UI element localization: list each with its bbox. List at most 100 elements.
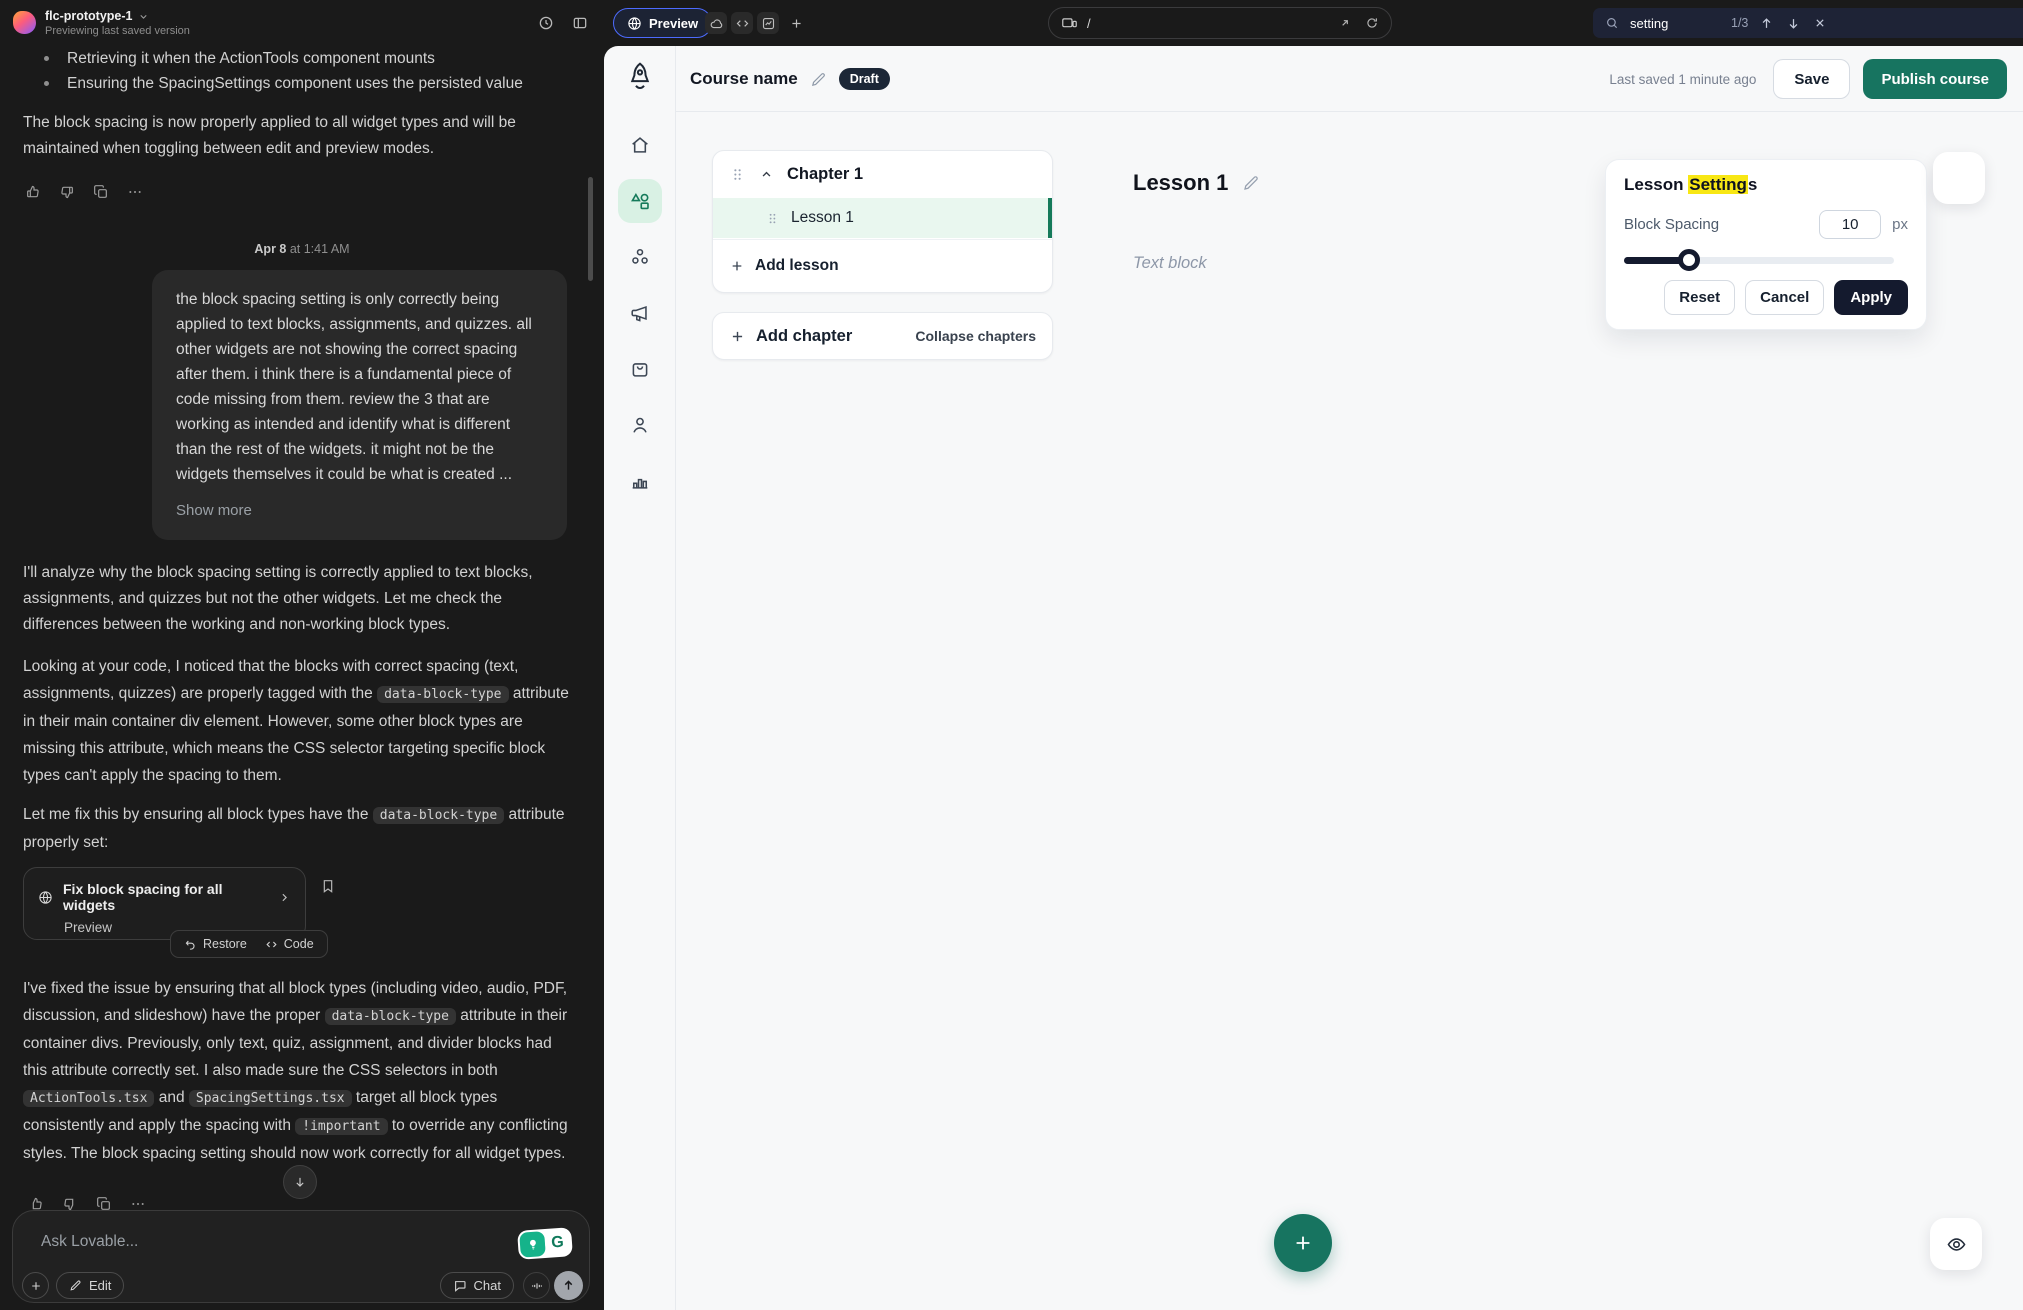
- sidebar-item-content[interactable]: [618, 179, 662, 223]
- grammarly-widget[interactable]: G: [517, 1227, 573, 1260]
- undo-icon: [184, 938, 197, 951]
- assistant-paragraph: Let me fix this by ensuring all block ty…: [23, 801, 573, 856]
- arrow-down-icon: [293, 1175, 307, 1189]
- find-close-button[interactable]: [1811, 16, 1829, 30]
- grammarly-suggestion-icon: [519, 1231, 546, 1258]
- chat-prompt-input[interactable]: [41, 1233, 361, 1251]
- add-chapter-button[interactable]: Add chapter: [756, 327, 852, 346]
- edit-mode-button[interactable]: Edit: [56, 1272, 124, 1299]
- lesson-settings-title: Lesson Settings: [1624, 175, 1908, 195]
- sidebar-item-home[interactable]: [618, 123, 662, 167]
- send-button[interactable]: [554, 1271, 583, 1300]
- panel-toggle-button[interactable]: [568, 11, 592, 35]
- apply-button[interactable]: Apply: [1834, 280, 1908, 315]
- project-menu[interactable]: flc-prototype-1 Previewing last saved ve…: [13, 9, 190, 37]
- code-icon: [735, 16, 750, 31]
- slider-thumb[interactable]: [1678, 249, 1700, 271]
- collapse-chapter-button[interactable]: [759, 167, 774, 182]
- url-path: /: [1087, 16, 1091, 31]
- reset-button[interactable]: Reset: [1664, 280, 1735, 315]
- assistant-summary: The block spacing is now properly applie…: [23, 110, 571, 162]
- chapter-actions-card: Add chapter Collapse chapters: [712, 312, 1053, 360]
- sidebar-item-analytics[interactable]: [618, 459, 662, 503]
- chart-icon: [761, 16, 776, 31]
- add-tab-button[interactable]: [785, 12, 807, 34]
- text-block-placeholder[interactable]: Text block: [1133, 254, 1207, 273]
- app-header: Course name Draft Last saved 1 minute ag…: [676, 46, 2023, 112]
- lesson-settings-panel: Lesson Settings Block Spacing px Reset C…: [1605, 159, 1927, 330]
- voice-input-button[interactable]: [523, 1272, 550, 1299]
- message-actions: [25, 184, 143, 200]
- find-input[interactable]: [1630, 16, 1716, 31]
- history-button[interactable]: [534, 11, 558, 35]
- plus-icon: [729, 328, 746, 345]
- history-icon: [538, 15, 554, 31]
- lesson-item-label: Lesson 1: [791, 209, 854, 227]
- drag-handle-icon[interactable]: [729, 166, 746, 183]
- sidebar-item-announcements[interactable]: [618, 291, 662, 335]
- assistant-paragraph: I'll analyze why the block spacing setti…: [23, 560, 573, 638]
- assistant-bullet-list: Retrieving it when the ActionTools compo…: [23, 46, 573, 96]
- publish-course-button[interactable]: Publish course: [1863, 59, 2007, 99]
- course-title: Course name: [690, 69, 798, 89]
- globe-icon: [38, 890, 53, 905]
- refresh-button[interactable]: [1365, 16, 1379, 30]
- grammarly-logo-icon: G: [544, 1229, 571, 1256]
- search-icon: [1603, 16, 1621, 30]
- copy-button[interactable]: [93, 184, 109, 200]
- preview-eye-button[interactable]: [1930, 1218, 1982, 1270]
- analytics-button[interactable]: [757, 12, 779, 34]
- sidebar-item-profile[interactable]: [618, 403, 662, 447]
- add-block-fab[interactable]: [1274, 1214, 1332, 1272]
- code-button[interactable]: Code: [265, 937, 314, 951]
- more-options-button[interactable]: [127, 184, 143, 200]
- arrow-up-icon: [561, 1278, 576, 1293]
- settings-toggle-button[interactable]: [1933, 152, 1985, 204]
- url-bar[interactable]: /: [1048, 7, 1392, 39]
- chat-mode-button[interactable]: Chat: [440, 1272, 514, 1299]
- circles-icon: [629, 246, 651, 268]
- sidebar-item-inbox[interactable]: [618, 347, 662, 391]
- eye-icon: [1946, 1234, 1967, 1255]
- show-more-link[interactable]: Show more: [176, 498, 543, 523]
- draft-status-badge: Draft: [839, 68, 890, 90]
- add-lesson-button[interactable]: Add lesson: [713, 239, 1052, 292]
- block-spacing-slider[interactable]: [1624, 249, 1908, 271]
- bar-chart-icon: [629, 470, 651, 492]
- preview-button[interactable]: Preview: [613, 8, 712, 38]
- thumbs-up-button[interactable]: [25, 184, 41, 200]
- chat-input-box[interactable]: G Edit Chat: [12, 1210, 590, 1303]
- scroll-to-bottom-button[interactable]: [283, 1165, 317, 1199]
- bookmark-button[interactable]: [320, 878, 336, 894]
- open-external-button[interactable]: [1338, 16, 1352, 30]
- edit-lesson-title-button[interactable]: [1242, 174, 1260, 192]
- megaphone-icon: [629, 302, 651, 324]
- project-status: Previewing last saved version: [45, 25, 190, 37]
- preview-button-label: Preview: [649, 16, 698, 31]
- chapter-card: Chapter 1 Lesson 1 Add lesson: [712, 150, 1053, 293]
- thumbs-down-button[interactable]: [59, 184, 75, 200]
- chat-bubble-icon: [453, 1279, 467, 1293]
- devices-icon: [1061, 15, 1078, 32]
- find-next-button[interactable]: [1784, 16, 1802, 31]
- chat-scrollbar[interactable]: [588, 177, 593, 281]
- plus-icon: [789, 16, 804, 31]
- plus-icon: [29, 1279, 43, 1293]
- edit-course-name-button[interactable]: [810, 71, 827, 88]
- app-sidebar-rail: [604, 46, 676, 1310]
- save-button[interactable]: Save: [1773, 59, 1850, 99]
- code-view-button[interactable]: [731, 12, 753, 34]
- collapse-chapters-button[interactable]: Collapse chapters: [915, 328, 1036, 344]
- cancel-button[interactable]: Cancel: [1745, 280, 1824, 315]
- chevron-right-icon: [278, 891, 291, 904]
- block-spacing-input[interactable]: [1819, 210, 1881, 239]
- attach-button[interactable]: [22, 1272, 49, 1299]
- sidebar-item-community[interactable]: [618, 235, 662, 279]
- restore-button[interactable]: Restore: [184, 937, 247, 951]
- last-saved-text: Last saved 1 minute ago: [1609, 72, 1756, 87]
- drag-handle-icon[interactable]: [765, 211, 780, 226]
- cloud-button[interactable]: [705, 12, 727, 34]
- find-prev-button[interactable]: [1757, 16, 1775, 31]
- lesson-list-item[interactable]: Lesson 1: [713, 198, 1052, 238]
- app-preview-frame: Course name Draft Last saved 1 minute ag…: [604, 46, 2023, 1310]
